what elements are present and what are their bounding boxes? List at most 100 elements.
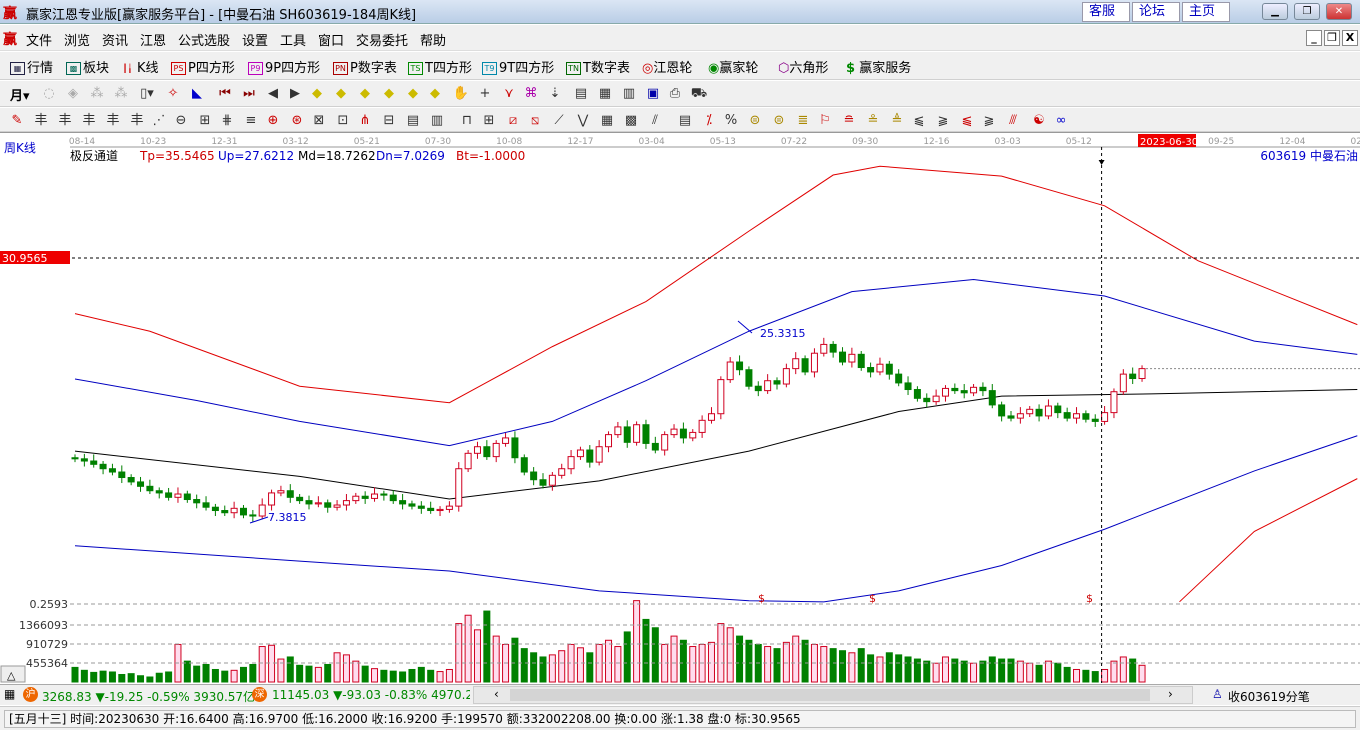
last-icon[interactable]: ⏭ — [240, 85, 258, 103]
menu-trade[interactable]: 交易委托 — [356, 30, 408, 49]
mdi-close-button[interactable]: X — [1342, 30, 1358, 46]
table-icon[interactable]: ▦ — [4, 687, 15, 701]
zoom-icon[interactable]: ◆ — [356, 85, 374, 103]
t9-button[interactable]: T9 9T四方形 — [482, 57, 554, 76]
menu-gann[interactable]: 江恩 — [140, 30, 166, 49]
tool-icon[interactable]: ⌘ — [522, 85, 540, 103]
tool-icon[interactable]: ⋁ — [574, 112, 592, 130]
tool-icon[interactable]: ≗ — [864, 112, 882, 130]
notes-icon[interactable]: ▥ — [620, 85, 638, 103]
save-icon[interactable]: ▣ — [644, 85, 662, 103]
tool-icon[interactable]: ⚐ — [816, 112, 834, 130]
gann-tool-icon[interactable]: 丰 — [80, 112, 98, 130]
minimize-button[interactable]: ▁ — [1262, 3, 1288, 20]
chart-type-icon[interactable]: ▯▾ — [138, 85, 156, 103]
tool-icon[interactable]: ⊡ — [334, 112, 352, 130]
forum-link[interactable]: 论坛 — [1132, 2, 1180, 22]
target-icon[interactable]: ⊛ — [288, 112, 306, 130]
next-icon[interactable]: ▶ — [286, 85, 304, 103]
percent-icon[interactable]: % — [722, 112, 740, 130]
tool-icon[interactable]: ⧅ — [526, 112, 544, 130]
scroll-right-icon[interactable]: › — [1168, 687, 1173, 701]
tool-icon[interactable]: ⫺ — [980, 112, 998, 130]
menu-browse[interactable]: 浏览 — [64, 30, 90, 49]
pn-button[interactable]: PN P数字表 — [333, 57, 397, 76]
tool-icon[interactable]: ⊓ — [458, 112, 476, 130]
kline-button[interactable]: ┃╽ K线 — [120, 57, 159, 76]
flag-icon[interactable]: ◣ — [188, 85, 206, 103]
tn-button[interactable]: TN T数字表 — [566, 57, 630, 76]
tool-icon[interactable]: ≡ — [242, 112, 260, 130]
infinity-icon[interactable]: ∞ — [1052, 112, 1070, 130]
tool-icon[interactable]: ▥ — [428, 112, 446, 130]
winner-wheel-button[interactable]: ◉赢家轮 — [708, 57, 758, 76]
winner-service-button[interactable]: $ 赢家服务 — [846, 57, 911, 76]
scroll-thumb[interactable] — [510, 689, 1150, 701]
service-link[interactable]: 客服 — [1082, 2, 1130, 22]
zoom-icon[interactable]: ◆ — [380, 85, 398, 103]
menu-file[interactable]: 文件 — [26, 30, 52, 49]
period-select[interactable]: 月▾ — [10, 85, 30, 104]
tool-icon[interactable]: ⟋ — [550, 112, 568, 130]
tool-icon[interactable]: ⁂ — [88, 85, 106, 103]
line-icon[interactable]: ⋎ — [500, 85, 518, 103]
tool-icon[interactable]: ◈ — [64, 85, 82, 103]
tool-icon[interactable]: ⫹ — [910, 112, 928, 130]
horizontal-scrollbar[interactable]: ‹ › — [473, 686, 1193, 704]
circle-icon[interactable]: ⊖ — [172, 112, 190, 130]
mdi-restore-button[interactable]: ❐ — [1324, 30, 1340, 46]
tool-icon[interactable]: ⇣ — [546, 85, 564, 103]
menu-formula[interactable]: 公式选股 — [178, 30, 230, 49]
pen-icon[interactable]: ✎ — [8, 112, 26, 130]
zoom-icon[interactable]: ◆ — [308, 85, 326, 103]
tool-icon[interactable]: ▦ — [598, 112, 616, 130]
p9-button[interactable]: P9 9P四方形 — [248, 57, 320, 76]
tool-icon[interactable]: ⊠ — [310, 112, 328, 130]
close-button[interactable]: ✕ — [1326, 3, 1352, 20]
tool-icon[interactable]: ⊜ — [770, 112, 788, 130]
gann-tool-icon[interactable]: 丰 — [104, 112, 122, 130]
ps-button[interactable]: PS P四方形 — [171, 57, 235, 76]
tool-icon[interactable]: ⧄ — [504, 112, 522, 130]
tick-detail-button[interactable]: 收603619分笔 — [1228, 688, 1310, 705]
tool-icon[interactable]: ⫻ — [1004, 112, 1022, 130]
menu-tools[interactable]: 工具 — [280, 30, 306, 49]
first-icon[interactable]: ⏮ — [216, 85, 234, 103]
gann-tool-icon[interactable]: 丰 — [128, 112, 146, 130]
tool-icon[interactable]: ⁂ — [112, 85, 130, 103]
menu-settings[interactable]: 设置 — [242, 30, 268, 49]
tool-icon[interactable]: ≜ — [888, 112, 906, 130]
tool-icon[interactable]: ⋔ — [356, 112, 374, 130]
tool-icon[interactable]: ⊟ — [380, 112, 398, 130]
tool-icon[interactable]: ⋕ — [218, 112, 236, 130]
zoom-icon[interactable]: ◆ — [426, 85, 444, 103]
fan-icon[interactable]: ⋰ — [150, 112, 168, 130]
gann-tool-icon[interactable]: 丰 — [32, 112, 50, 130]
print-icon[interactable]: ⎙ — [666, 85, 684, 103]
tool-icon[interactable]: ▤ — [676, 112, 694, 130]
prev-icon[interactable]: ◀ — [264, 85, 282, 103]
grid-icon[interactable]: ⊞ — [196, 112, 214, 130]
tool-icon[interactable]: ⫹ — [958, 112, 976, 130]
tool-icon[interactable]: ▩ — [622, 112, 640, 130]
tool-icon[interactable]: ⫺ — [934, 112, 952, 130]
tool-icon[interactable]: ◌ — [40, 85, 58, 103]
tool-icon[interactable]: ✧ — [164, 85, 182, 103]
tool-icon[interactable]: ⊜ — [746, 112, 764, 130]
quotes-button[interactable]: ▦ 行情 — [10, 57, 53, 76]
chart-canvas[interactable]: 08-14 10-23 12-31 03-12 05-21 07-30 10-08 12-17… — [0, 133, 1360, 683]
tool-icon[interactable]: ⊞ — [480, 112, 498, 130]
gann-wheel-button[interactable]: ◎江恩轮 — [642, 57, 692, 76]
ts-button[interactable]: TS T四方形 — [408, 57, 472, 76]
mdi-minimize-button[interactable]: _ — [1306, 30, 1322, 46]
gann-tool-icon[interactable]: 丰 — [56, 112, 74, 130]
tool-icon[interactable]: ≣ — [794, 112, 812, 130]
kline-chart[interactable]: 08-14 10-23 12-31 03-12 05-21 07-30 10-08 12-17… — [0, 132, 1360, 683]
calendar-icon[interactable]: ▤ — [572, 85, 590, 103]
yin-yang-icon[interactable]: ☯ — [1030, 112, 1048, 130]
restore-button[interactable]: ❐ — [1294, 3, 1320, 20]
tool-icon[interactable]: ▤ — [404, 112, 422, 130]
zoom-icon[interactable]: ◆ — [404, 85, 422, 103]
tool-icon[interactable]: ≘ — [840, 112, 858, 130]
calculator-icon[interactable]: ▦ — [596, 85, 614, 103]
